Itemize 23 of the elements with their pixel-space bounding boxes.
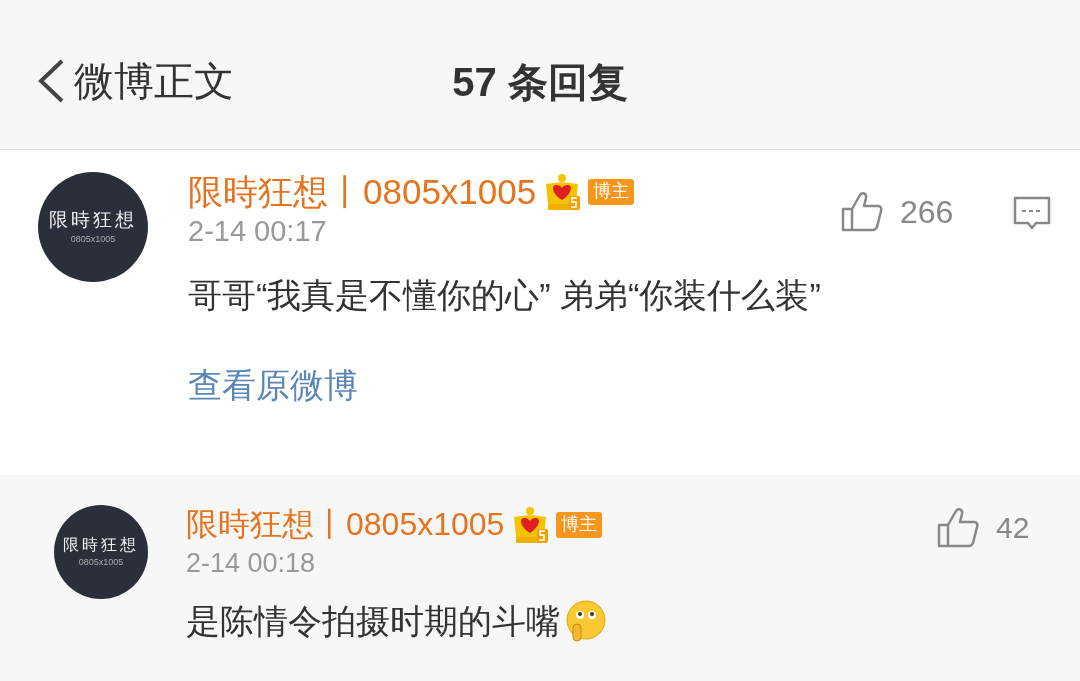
comment-time: 2-14 00:18 [186, 547, 317, 580]
page-title: 57 条回复 [452, 60, 628, 104]
comment-time: 2-14 00:17 [188, 214, 328, 249]
comment-text: 是陈情令拍摄时期的斗嘴 [186, 601, 560, 642]
like-count: 266 [900, 193, 954, 232]
thumbs-up-icon[interactable] [936, 506, 980, 549]
view-original-link[interactable]: 查看原微博 [188, 359, 358, 411]
like-count: 42 [996, 510, 1030, 546]
comment-icon[interactable] [1013, 196, 1051, 232]
avatar-text: 限時狂想 [49, 209, 137, 231]
avatar-caption: 0805x1005 [78, 557, 124, 569]
author-name[interactable]: 限時狂想丨0805x1005 [186, 507, 505, 543]
author-badge: 博主 [588, 179, 635, 205]
back-chevron-icon [36, 58, 66, 104]
author-badge: 博主 [556, 512, 603, 538]
avatar-text: 限時狂想 [63, 535, 139, 554]
back-button[interactable]: 微博正文 [36, 58, 234, 104]
author-name[interactable]: 限時狂想丨0805x1005 [188, 172, 537, 212]
shushing-face-icon [564, 599, 608, 644]
back-label[interactable]: 微博正文 [74, 61, 234, 101]
avatar-caption: 0805x1005 [70, 234, 116, 245]
thumbs-up-icon[interactable] [840, 191, 884, 233]
comment-text: 哥哥“我真是不懂你的心” 弟弟“你装什么装” [188, 274, 821, 316]
